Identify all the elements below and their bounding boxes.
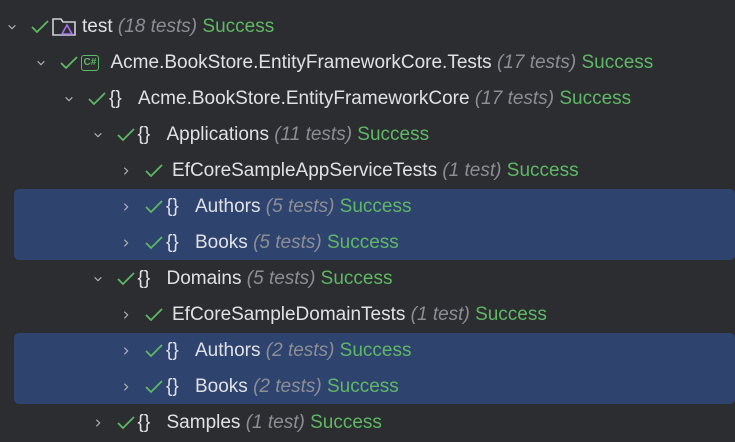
node-label: EfCoreSampleDomainTests	[172, 304, 406, 325]
status-text: Success	[357, 124, 430, 145]
tree-node[interactable]: {} Applications (11 tests) Success	[0, 117, 735, 153]
chevron-down-icon[interactable]	[7, 22, 17, 32]
success-check-icon	[59, 55, 78, 71]
chevron-right-icon[interactable]	[121, 202, 131, 212]
test-count: (17 tests)	[474, 88, 555, 109]
namespace-icon: {}	[137, 268, 151, 289]
node-label: Acme.BookStore.EntityFrameworkCore	[138, 88, 470, 109]
success-check-icon	[145, 199, 163, 215]
node-label: Domains	[166, 268, 242, 289]
test-count: (1 test)	[245, 412, 305, 433]
tree-node-text: Samples (1 test) Success	[167, 412, 382, 434]
chevron-down-icon[interactable]	[93, 274, 103, 284]
test-count: (18 tests)	[117, 16, 198, 37]
node-label: EfCoreSampleAppServiceTests	[172, 160, 438, 181]
node-label: Applications	[166, 124, 269, 145]
status-text: Success	[310, 412, 382, 433]
tree-node[interactable]: {} Samples (1 test) Success	[0, 405, 735, 441]
success-check-icon	[145, 307, 163, 323]
tree-node-text: Books (5 tests) Success	[195, 232, 399, 254]
chevron-right-icon[interactable]	[121, 382, 131, 392]
node-label: Samples	[166, 412, 241, 433]
success-check-icon	[145, 379, 163, 395]
tree-node-text: Domains (5 tests) Success	[167, 268, 393, 290]
tree-node[interactable]: C# Acme.BookStore.EntityFrameworkCore.Tes…	[0, 45, 735, 81]
tree-node-text: EfCoreSampleAppServiceTests (1 test) Suc…	[172, 160, 579, 182]
chevron-right-icon[interactable]	[121, 238, 131, 248]
status-text: Success	[327, 232, 399, 253]
test-count: (2 tests)	[265, 340, 335, 361]
tree-node[interactable]: {} Acme.BookStore.EntityFrameworkCore (17…	[0, 81, 735, 117]
tree-node-text: Authors (2 tests) Success	[195, 340, 411, 362]
success-check-icon	[145, 163, 163, 179]
tree-node-text: Authors (5 tests) Success	[195, 196, 411, 218]
test-count: (11 tests)	[274, 124, 353, 145]
tree-node[interactable]: {} Books (5 tests) Success	[0, 225, 735, 261]
tree-node-text: EfCoreSampleDomainTests (1 test) Success	[172, 304, 547, 326]
tree-node-text: Books (2 tests) Success	[195, 376, 399, 398]
status-text: Success	[202, 16, 275, 37]
namespace-icon: {}	[166, 340, 179, 361]
test-count: (1 test)	[410, 304, 470, 325]
success-check-icon	[116, 127, 135, 143]
test-count: (1 test)	[442, 160, 502, 181]
tree-node-text: Acme.BookStore.EntityFrameworkCore.Tests…	[111, 52, 654, 74]
chevron-right-icon[interactable]	[121, 166, 131, 176]
tree-node[interactable]: EfCoreSampleDomainTests (1 test) Success	[0, 297, 735, 333]
status-text: Success	[320, 268, 393, 289]
success-check-icon	[145, 343, 163, 359]
test-count: (5 tests)	[265, 196, 335, 217]
test-count: (17 tests)	[496, 52, 577, 73]
status-text: Success	[327, 376, 399, 397]
node-label: Authors	[195, 340, 261, 361]
status-text: Success	[339, 196, 412, 217]
namespace-icon: {}	[137, 412, 151, 433]
tree-node-text: test (18 tests) Success	[82, 16, 274, 38]
tree-node[interactable]: {} Books (2 tests) Success	[0, 369, 735, 405]
chevron-down-icon[interactable]	[36, 58, 46, 68]
tree-node[interactable]: {} Authors (5 tests) Success	[0, 189, 735, 225]
tree-node[interactable]: {} Authors (2 tests) Success	[0, 333, 735, 369]
node-label: Authors	[195, 196, 261, 217]
node-label: Books	[195, 376, 248, 397]
test-count: (5 tests)	[253, 232, 322, 253]
chevron-down-icon[interactable]	[93, 130, 103, 140]
csharp-project-icon: C#	[80, 55, 100, 71]
chevron-down-icon[interactable]	[64, 94, 74, 104]
success-check-icon	[31, 19, 49, 35]
namespace-icon: {}	[137, 124, 151, 145]
status-text: Success	[475, 304, 547, 325]
success-check-icon	[116, 271, 135, 287]
node-label: test	[82, 16, 113, 37]
folder-test-icon	[52, 16, 76, 38]
status-text: Success	[559, 88, 632, 109]
namespace-icon: {}	[166, 376, 179, 397]
namespace-icon: {}	[166, 196, 179, 217]
node-label: Books	[195, 232, 248, 253]
status-text: Success	[339, 340, 412, 361]
status-text: Success	[581, 52, 654, 73]
test-count: (5 tests)	[246, 268, 316, 289]
status-text: Success	[506, 160, 579, 181]
tree-node[interactable]: test (18 tests) Success	[0, 9, 735, 45]
tree-node-text: Applications (11 tests) Success	[167, 124, 430, 146]
node-label: Acme.BookStore.EntityFrameworkCore.Tests	[110, 52, 492, 73]
chevron-right-icon[interactable]	[93, 418, 103, 428]
success-check-icon	[116, 415, 135, 431]
chevron-right-icon[interactable]	[121, 346, 131, 356]
success-check-icon	[145, 235, 163, 251]
namespace-icon: {}	[109, 88, 122, 109]
namespace-icon: {}	[166, 232, 179, 253]
tree-node-text: Acme.BookStore.EntityFrameworkCore (17 t…	[138, 88, 631, 110]
tree-node[interactable]: {} Domains (5 tests) Success	[0, 261, 735, 297]
chevron-right-icon[interactable]	[121, 310, 131, 320]
success-check-icon	[88, 91, 106, 107]
tree-node[interactable]: EfCoreSampleAppServiceTests (1 test) Suc…	[0, 153, 735, 189]
test-count: (2 tests)	[253, 376, 322, 397]
